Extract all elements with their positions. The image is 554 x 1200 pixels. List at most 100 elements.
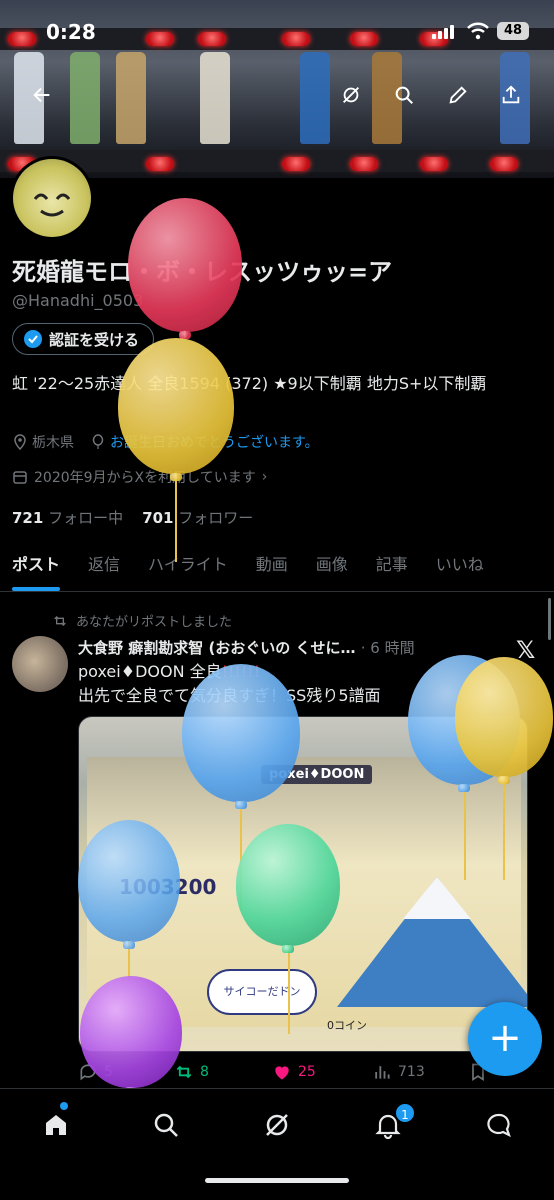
status-time: 0:28 — [46, 20, 96, 44]
profile-tabs: ポスト 返信 ハイライト 動画 画像 記事 いいね — [0, 540, 554, 592]
tab-posts[interactable]: ポスト — [12, 540, 61, 591]
grok-icon — [266, 1114, 288, 1136]
balloon-string — [175, 472, 177, 562]
back-button[interactable] — [23, 76, 61, 114]
edit-button[interactable] — [439, 76, 477, 114]
views-button[interactable]: 713 — [372, 1062, 425, 1082]
banner-light — [282, 157, 310, 171]
coin-counter: 0コイン — [327, 1019, 367, 1032]
status-bar: 0:28 48 — [0, 0, 554, 64]
repost-indicator: あなたがリポストしました — [52, 611, 232, 630]
heart-icon — [275, 1066, 289, 1080]
nav-messages[interactable] — [479, 1105, 519, 1145]
profile-banner[interactable]: 0:28 48 — [0, 0, 554, 178]
green-balloon — [236, 824, 340, 953]
following-count[interactable]: 721 — [12, 509, 43, 527]
profile-location: 栃木県 — [32, 435, 74, 451]
edit-icon — [449, 86, 467, 104]
profile-avatar[interactable] — [10, 156, 94, 240]
post-text-line1: poxei♦DOON 全良 — [78, 662, 222, 681]
banner-bottle — [116, 52, 146, 144]
plus-icon: + — [488, 1015, 522, 1061]
nav-grok[interactable] — [257, 1105, 297, 1145]
banner-bottle — [200, 52, 230, 144]
home-icon — [46, 1115, 66, 1135]
tab-videos[interactable]: 動画 — [256, 540, 288, 591]
followers-label[interactable]: フォロワー — [178, 509, 253, 527]
blue-balloon — [78, 820, 180, 949]
profile-handle: @Hanadhi_0503 — [12, 291, 144, 310]
repost-count: 8 — [200, 1064, 209, 1080]
analytics-icon — [375, 1066, 390, 1079]
chat-bubble-icon — [487, 1113, 511, 1138]
tab-highlights[interactable]: ハイライト — [148, 540, 228, 591]
following-label[interactable]: フォロー中 — [48, 509, 123, 527]
view-count: 713 — [398, 1064, 425, 1080]
balloon-string — [288, 944, 290, 1034]
battery-indicator: 48 — [497, 22, 529, 40]
tab-likes[interactable]: いいね — [436, 540, 484, 591]
grok-button[interactable] — [332, 76, 370, 114]
post-author-avatar[interactable] — [12, 636, 68, 692]
banner-light — [350, 157, 378, 171]
yellow-balloon — [455, 657, 553, 784]
compose-post-button[interactable]: + — [468, 1002, 542, 1076]
location-icon — [14, 434, 26, 450]
home-indicator — [205, 1178, 349, 1183]
get-verified-button[interactable]: 認証を受ける — [12, 323, 155, 355]
followers-count[interactable]: 701 — [142, 509, 173, 527]
balloon-string — [464, 790, 466, 880]
banner-light — [146, 157, 174, 171]
repost-icon — [54, 615, 66, 626]
banner-bottle — [300, 52, 330, 144]
banner-bottle — [70, 52, 100, 144]
banner-light — [490, 157, 518, 171]
bottom-navigation: 1 — [0, 1088, 554, 1200]
follow-counts: 721 フォロー中 701 フォロワー — [12, 507, 253, 528]
joined-date-row[interactable]: 2020年9月からXを利用しています › — [12, 467, 267, 487]
like-count: 25 — [298, 1064, 316, 1080]
tab-images[interactable]: 画像 — [316, 540, 348, 591]
chevron-right-icon: › — [261, 469, 268, 485]
red-balloon — [128, 198, 242, 339]
purple-balloon — [80, 976, 182, 1095]
search-icon — [154, 1113, 178, 1137]
banner-light — [420, 157, 448, 171]
repost-note-text: あなたがリポストしました — [76, 615, 233, 630]
back-arrow-icon — [33, 87, 50, 103]
signal-icon — [432, 25, 454, 39]
notification-badge: 1 — [394, 1102, 416, 1124]
joined-date: 2020年9月からXを利用しています — [34, 470, 256, 486]
nav-search[interactable] — [146, 1105, 186, 1145]
tab-articles[interactable]: 記事 — [376, 540, 408, 591]
like-button[interactable]: 25 — [272, 1062, 316, 1082]
avatar-image — [13, 159, 91, 237]
share-icon — [502, 85, 520, 104]
smiley-face-icon — [33, 193, 71, 217]
home-unread-dot — [60, 1102, 68, 1110]
speech-bubble: サイコーだドン — [207, 969, 317, 1015]
wifi-icon — [467, 22, 489, 40]
grok-icon — [343, 87, 359, 103]
balloon-icon — [92, 434, 104, 449]
banner-shelf — [0, 150, 554, 172]
profile-bio: 虹 '22～25赤達人 全良1594 (372) ★9以下制覇 地力S+以下制覇 — [12, 374, 487, 393]
post-author-name: 大食野 癖割勘求智 (おおぐいの くせに… — [78, 639, 356, 657]
tab-replies[interactable]: 返信 — [88, 540, 120, 591]
share-button[interactable] — [492, 76, 530, 114]
mount-fuji-graphic — [337, 877, 527, 1007]
balloon-string — [503, 780, 505, 880]
blue-balloon — [182, 664, 300, 809]
search-button[interactable] — [385, 76, 423, 114]
yellow-balloon — [118, 338, 234, 481]
search-icon — [395, 86, 413, 104]
get-verified-label: 認証を受ける — [49, 330, 140, 349]
calendar-icon — [13, 471, 27, 484]
post-time: · 6 時間 — [360, 639, 415, 657]
nav-home[interactable] — [36, 1105, 76, 1145]
repost-button[interactable]: 8 — [174, 1062, 209, 1082]
repost-icon — [176, 1065, 192, 1079]
verified-badge-icon — [24, 330, 42, 348]
scrollbar[interactable] — [548, 598, 551, 640]
post-author-row[interactable]: 大食野 癖割勘求智 (おおぐいの くせに… · 6 時間 — [78, 637, 458, 658]
